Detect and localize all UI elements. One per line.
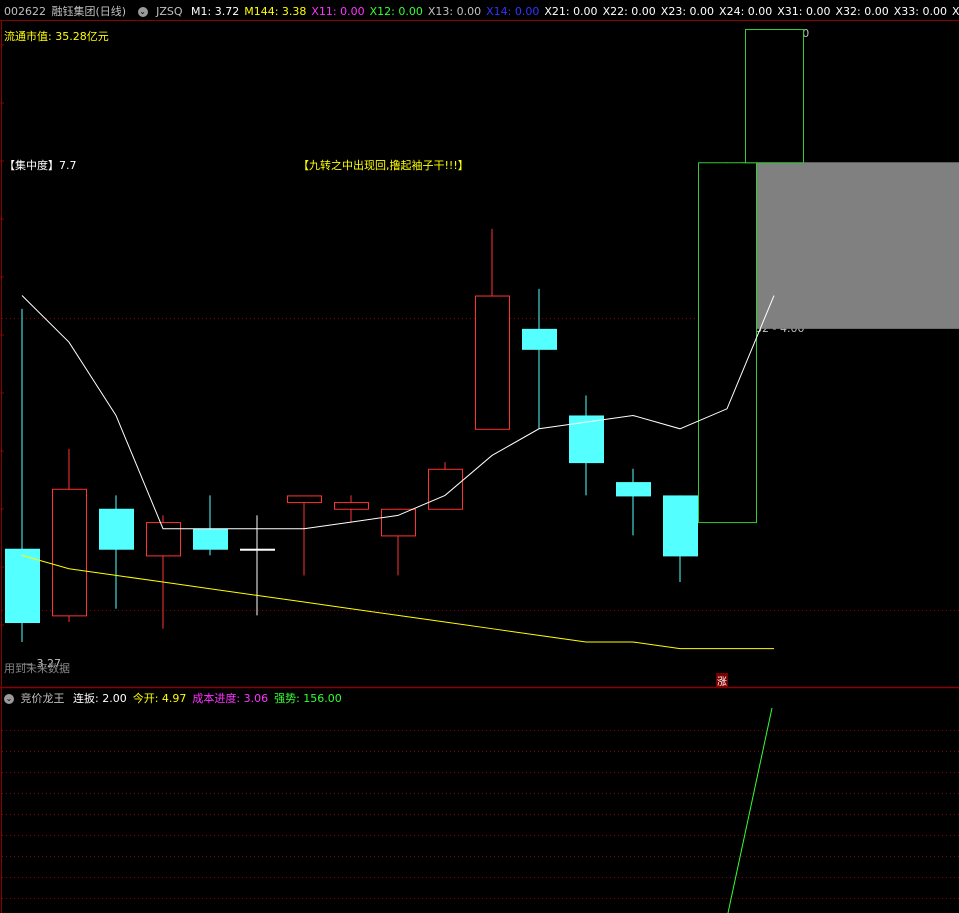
candle-body — [663, 495, 698, 557]
candle-body — [99, 508, 134, 550]
candle-body — [745, 29, 804, 164]
candle-body — [5, 548, 40, 624]
candle-body — [193, 528, 228, 550]
candle-body — [475, 295, 510, 430]
price-chart[interactable] — [0, 0, 959, 913]
candle-body — [287, 495, 322, 504]
candle-body — [240, 548, 275, 551]
resistance-zone — [742, 162, 959, 329]
candle-body — [569, 415, 604, 464]
candle-body — [428, 468, 463, 510]
candle-body — [146, 522, 181, 557]
candle-body — [52, 488, 87, 617]
candle-body — [698, 162, 757, 524]
candle-body — [616, 482, 651, 497]
strength-line — [727, 707, 773, 913]
candle-body — [381, 508, 416, 537]
candle-body — [522, 328, 557, 350]
candle-body — [334, 502, 369, 510]
ma-short-line — [21, 295, 775, 530]
